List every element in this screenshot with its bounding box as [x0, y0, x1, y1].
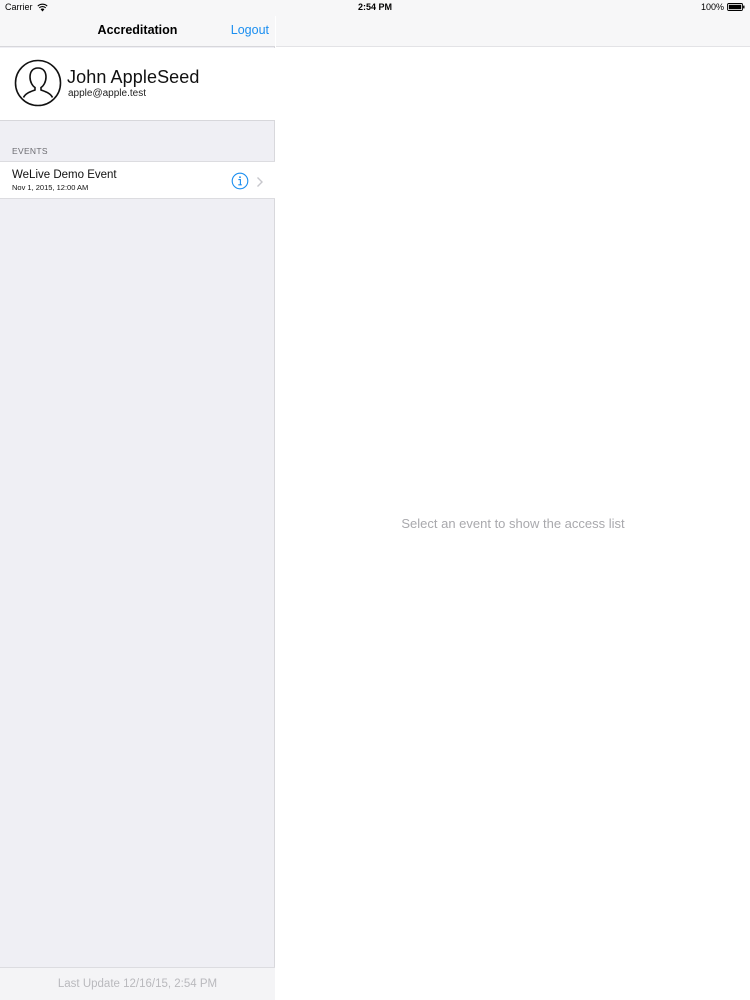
detail-nav-bar	[276, 16, 750, 47]
chevron-right-icon	[256, 175, 264, 187]
logout-button[interactable]: Logout	[231, 23, 269, 37]
status-time: 2:54 PM	[357, 2, 392, 12]
info-icon[interactable]	[231, 172, 249, 190]
detail-pane: Select an event to show the access list	[276, 0, 750, 1000]
events-section-header: EVENTS	[12, 146, 48, 156]
master-footer: Last Update 12/16/15, 2:54 PM	[0, 967, 275, 1000]
empty-state-message: Select an event to show the access list	[401, 516, 625, 531]
event-date: Nov 1, 2015, 12:00 AM	[12, 183, 89, 192]
event-title: WeLive Demo Event	[12, 169, 117, 181]
user-name: John AppleSeed	[67, 67, 200, 87]
status-bar: Carrier 2:54 PM 100%	[0, 0, 750, 16]
status-right: 100%	[701, 2, 745, 12]
master-pane: Accreditation Logout John AppleSeed appl…	[0, 0, 275, 1000]
app-screen: Accreditation Logout John AppleSeed appl…	[0, 0, 750, 1000]
master-nav-bar: Accreditation Logout	[0, 16, 275, 47]
battery-percent: 100%	[700, 2, 724, 12]
event-list-item[interactable]: WeLive Demo Event Nov 1, 2015, 12:00 AM	[0, 161, 275, 199]
user-profile-card: John AppleSeed apple@apple.test	[0, 48, 275, 121]
battery-icon	[727, 3, 745, 11]
user-email: apple@apple.test	[68, 88, 146, 99]
person-silhouette-icon	[14, 59, 62, 107]
last-update-label: Last Update 12/16/15, 2:54 PM	[57, 978, 218, 990]
